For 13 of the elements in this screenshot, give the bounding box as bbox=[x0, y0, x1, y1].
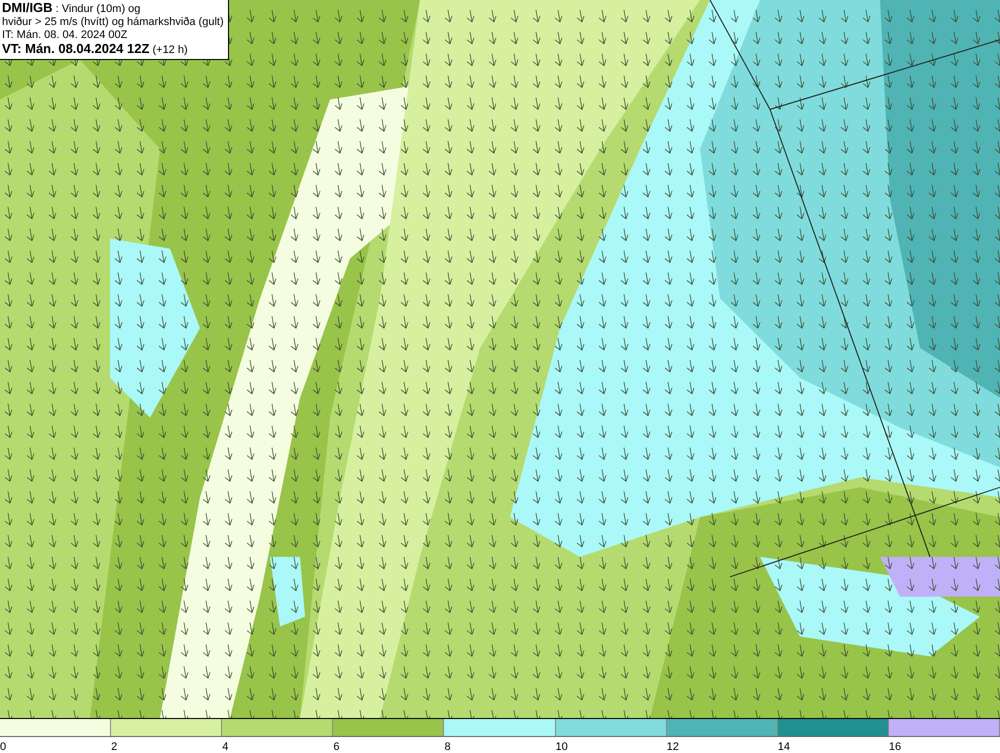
legend-label: 16 bbox=[888, 740, 902, 753]
legend-label: 12 bbox=[666, 740, 679, 753]
title-text: VT: Mán. 08.04.2024 12Z (+12 h) bbox=[2, 42, 189, 57]
legend-label: 6 bbox=[333, 740, 340, 753]
legend-label: 2 bbox=[111, 740, 118, 753]
title-text: hviður > 25 m/s (hvítt) og hámarkshviða (gult) bbox=[2, 16, 224, 29]
title-text: IT: Mán. 08. 04. 2024 00Z bbox=[2, 29, 128, 42]
legend-label: 0 bbox=[0, 740, 6, 753]
legend-label: 8 bbox=[444, 740, 451, 753]
legend-label: 4 bbox=[222, 740, 228, 753]
legend-label: 10 bbox=[556, 740, 568, 753]
title-text: DMI/IGB : Vindur (10m) og bbox=[2, 1, 142, 16]
legend-label: 14 bbox=[778, 740, 790, 753]
